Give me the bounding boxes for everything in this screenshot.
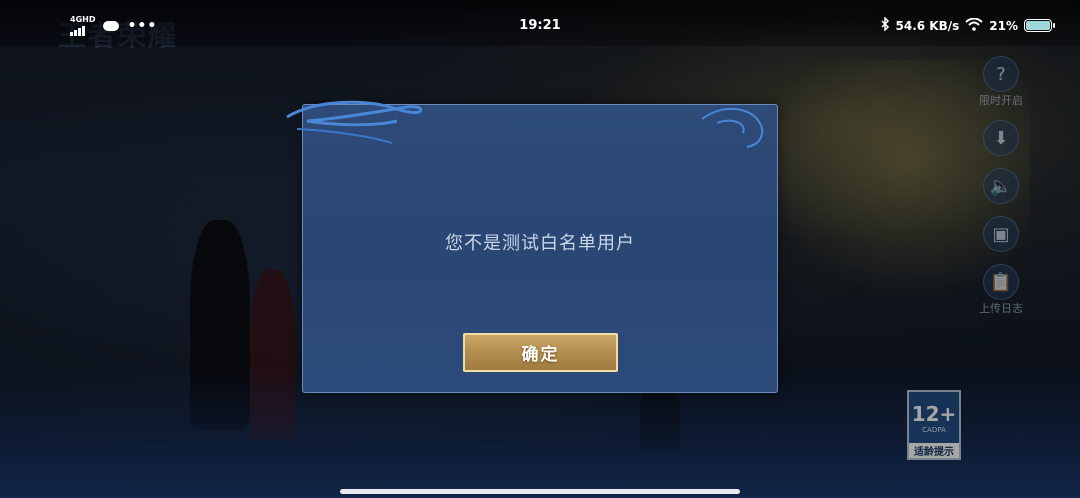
home-indicator[interactable] bbox=[340, 489, 740, 494]
cloud-ornament-icon bbox=[286, 100, 764, 148]
network-speed: 54.6 KB/s bbox=[895, 18, 960, 33]
wifi-icon bbox=[965, 17, 983, 34]
alert-dialog: 您不是测试白名单用户 确定 bbox=[286, 100, 778, 393]
battery-percent: 21% bbox=[989, 18, 1018, 33]
confirm-button[interactable]: 确定 bbox=[463, 333, 618, 372]
status-bar: 4GHD ••• 19:21 54.6 KB/s 21% bbox=[0, 0, 1080, 46]
dialog-message: 您不是测试白名单用户 bbox=[445, 233, 635, 254]
bluetooth-icon bbox=[880, 16, 890, 34]
battery-icon bbox=[1024, 19, 1055, 32]
